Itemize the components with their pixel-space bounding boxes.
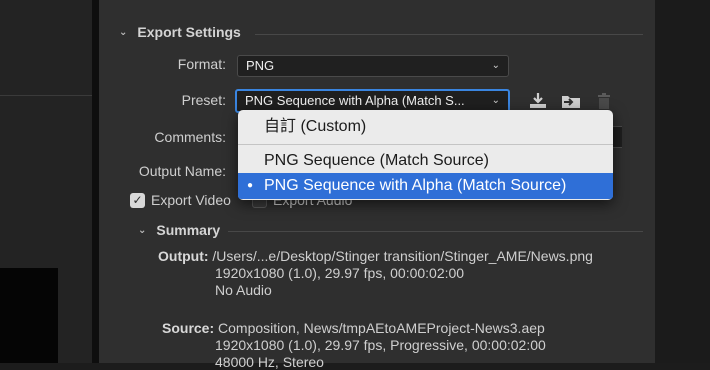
chevron-down-icon: ⌄: [119, 26, 128, 38]
preset-option-label: PNG Sequence with Alpha (Match Source): [264, 177, 567, 194]
source-key: Source:: [162, 320, 215, 336]
summary-title: Summary: [156, 222, 221, 238]
summary-output-line2: 1920x1080 (1.0), 29.97 fps, 00:00:02:00: [215, 265, 465, 281]
format-dropdown[interactable]: PNG ⌄: [237, 55, 509, 77]
summary-source-line2: 1920x1080 (1.0), 29.97 fps, Progressive,…: [215, 337, 546, 353]
output-key: Output:: [158, 248, 209, 264]
summary-source-line3: 48000 Hz, Stereo: [215, 354, 324, 370]
bullet-icon: ●: [247, 180, 254, 191]
preset-label: Preset:: [181, 92, 226, 108]
chevron-down-icon: ⌄: [138, 224, 147, 236]
checkmark-icon: ✓: [130, 192, 145, 208]
preset-value: PNG Sequence with Alpha (Match S...: [245, 93, 465, 108]
right-gutter: [655, 0, 710, 363]
summary-output-line1: Output: /Users/...e/Desktop/Stinger tran…: [158, 248, 593, 264]
summary-source-line1: Source: Composition, News/tmpAEtoAMEProj…: [162, 320, 545, 336]
output-name-label: Output Name:: [138, 163, 226, 179]
preset-menu: 自訂 (Custom) PNG Sequence (Match Source) …: [238, 110, 613, 200]
export-video-label: Export Video: [151, 192, 231, 208]
summary-header[interactable]: ⌄ Summary: [138, 222, 220, 238]
summary-output-line3: No Audio: [215, 282, 272, 298]
trash-icon[interactable]: [596, 92, 612, 110]
preview-area: [0, 268, 58, 363]
preset-option-label: 自訂 (Custom): [264, 118, 367, 135]
header-rule: [255, 34, 643, 35]
download-icon[interactable]: [528, 92, 548, 110]
left-panel-divider: [0, 95, 92, 96]
preset-option-png-sequence-alpha[interactable]: ● PNG Sequence with Alpha (Match Source): [238, 173, 613, 199]
export-video-checkbox[interactable]: ✓ Export Video: [130, 192, 231, 208]
output-path: /Users/...e/Desktop/Stinger transition/S…: [212, 248, 593, 264]
export-settings-title: Export Settings: [137, 24, 241, 40]
summary-rule: [228, 231, 643, 232]
format-label: Format:: [177, 56, 226, 72]
chevron-down-icon: ⌄: [491, 95, 500, 106]
folder-import-icon[interactable]: [560, 92, 582, 110]
preset-option-png-sequence[interactable]: PNG Sequence (Match Source): [238, 150, 613, 172]
panel-separator[interactable]: [92, 0, 99, 363]
preset-option-label: PNG Sequence (Match Source): [264, 152, 489, 169]
format-value: PNG: [246, 58, 275, 73]
source-path: Composition, News/tmpAEtoAMEProject-News…: [218, 320, 545, 336]
preset-option-custom[interactable]: 自訂 (Custom): [238, 116, 613, 138]
comments-label: Comments:: [154, 129, 226, 145]
export-settings-header[interactable]: ⌄ Export Settings: [119, 24, 241, 40]
chevron-down-icon: ⌄: [491, 60, 500, 71]
menu-separator: [238, 144, 613, 145]
